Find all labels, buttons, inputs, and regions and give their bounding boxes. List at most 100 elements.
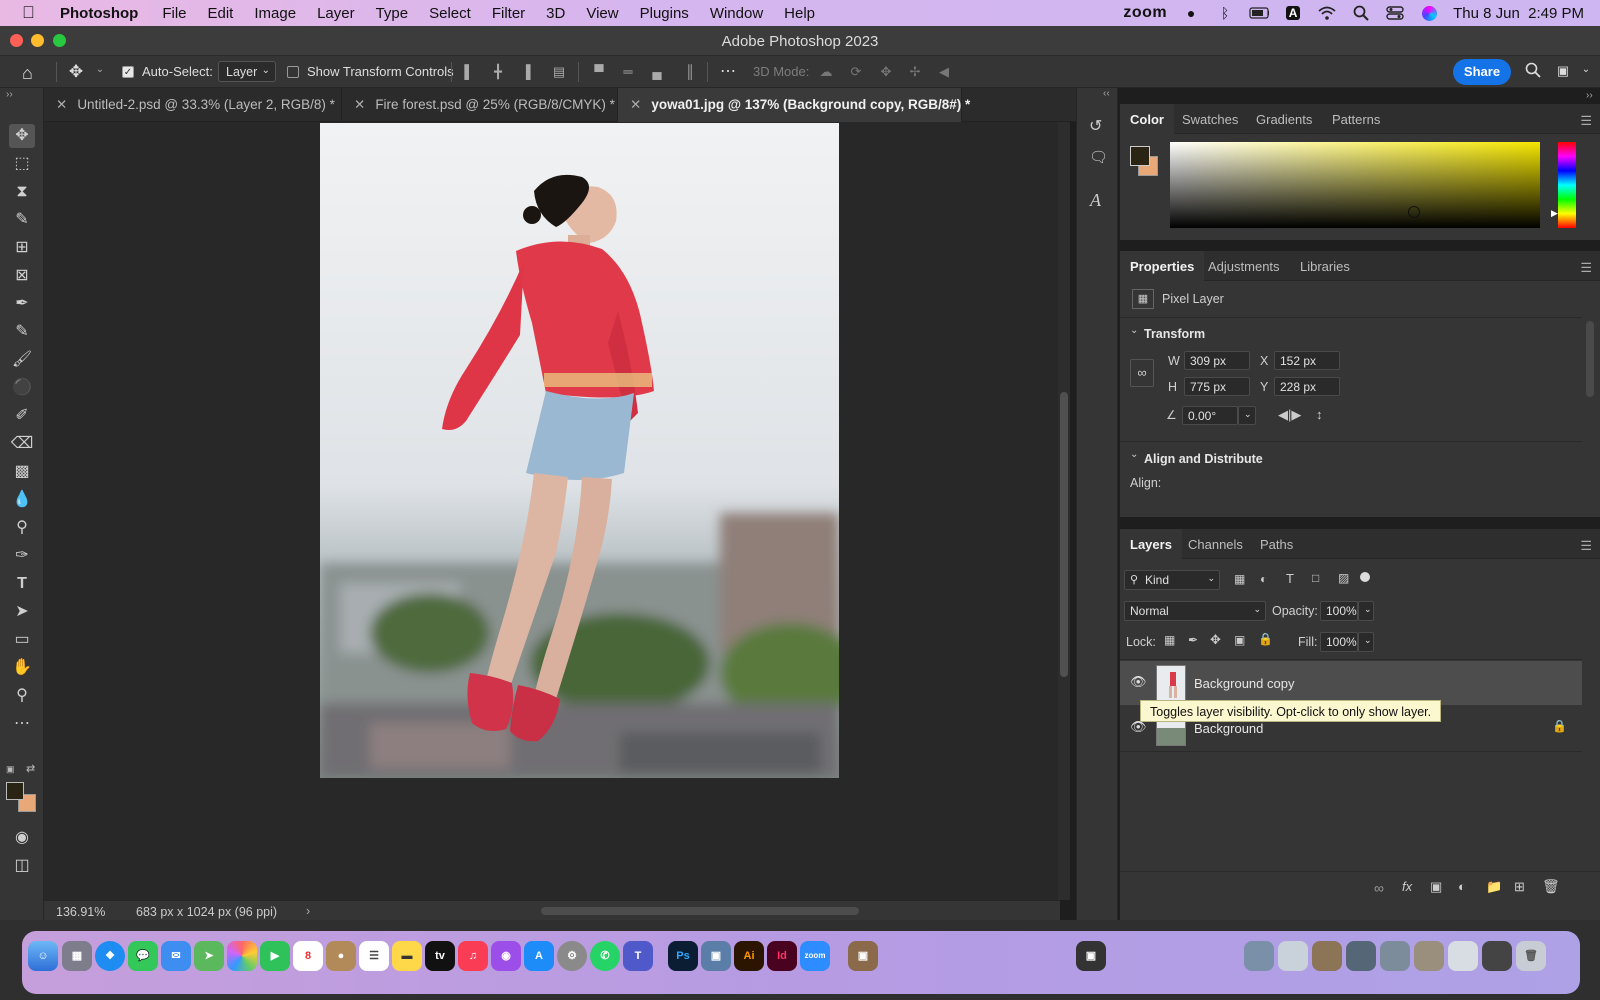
close-icon[interactable]: ✕ — [354, 97, 365, 112]
opacity-field[interactable]: 100% — [1320, 601, 1358, 621]
more-options-icon[interactable]: ⋯ — [720, 61, 736, 80]
new-group-icon[interactable]: 📁 — [1486, 879, 1502, 895]
eye-icon[interactable]: 👁 — [1130, 674, 1147, 690]
menu-view[interactable]: View — [586, 5, 618, 22]
filter-toggle-icon[interactable] — [1360, 572, 1370, 582]
lock-position-icon[interactable]: ✥ — [1210, 632, 1221, 648]
foreground-color-swatch[interactable] — [6, 782, 24, 800]
minimized-window-icon[interactable] — [1482, 941, 1512, 971]
marquee-tool-icon[interactable]: ⬚ — [9, 152, 35, 176]
minimized-window-icon[interactable] — [1448, 941, 1478, 971]
apple-icon[interactable]:  — [22, 4, 38, 21]
y-field[interactable]: 228 px — [1274, 377, 1340, 396]
auto-select-checkbox[interactable]: ✓ — [122, 66, 134, 78]
foreground-color-swatch[interactable] — [1130, 146, 1150, 166]
blur-tool-icon[interactable]: 💧 — [9, 488, 35, 512]
chevron-down-icon[interactable]: ⌄ — [1238, 406, 1256, 425]
teams-icon[interactable]: T — [623, 941, 653, 971]
layer-row-background-copy[interactable]: 👁 Background copy — [1120, 661, 1582, 705]
distribute-vertical-icon[interactable]: ║ — [682, 64, 698, 80]
orbit-3d-icon[interactable]: ☁ — [818, 64, 834, 80]
whatsapp-icon[interactable]: ✆ — [590, 941, 620, 971]
minimized-window-icon[interactable] — [1312, 941, 1342, 971]
screen-mode-icon[interactable]: ◫ — [9, 854, 35, 878]
add-mask-icon[interactable]: ▣ — [1430, 879, 1442, 895]
close-icon[interactable]: ✕ — [630, 97, 641, 112]
quick-mask-icon[interactable]: ◉ — [9, 826, 35, 850]
notes-icon[interactable]: ▬ — [392, 941, 422, 971]
auto-select-dropdown[interactable]: Layer ⌄ — [218, 61, 276, 82]
drag-3d-icon[interactable]: ✥ — [878, 64, 894, 80]
align-left-edges-icon[interactable]: ▌ — [461, 64, 477, 80]
collapse-icon[interactable]: ›› — [1586, 90, 1593, 101]
flip-horizontal-icon[interactable]: ◀|▶ — [1278, 407, 1301, 423]
layer-name[interactable]: Background copy — [1194, 676, 1294, 691]
layer-name[interactable]: Background — [1194, 721, 1263, 736]
calendar-icon[interactable]: 8 — [293, 941, 323, 971]
tab-swatches[interactable]: Swatches — [1172, 104, 1248, 134]
photos-icon[interactable] — [227, 941, 257, 971]
chevron-down-icon[interactable]: ⌄ — [1578, 64, 1594, 80]
zoom-app-icon[interactable]: zoom — [800, 941, 830, 971]
panel-menu-icon[interactable]: ☰ — [1580, 538, 1592, 554]
podcasts-icon[interactable]: ◉ — [491, 941, 521, 971]
menu-type[interactable]: Type — [376, 5, 409, 22]
dodge-tool-icon[interactable]: ⚲ — [9, 516, 35, 540]
rectangle-tool-icon[interactable]: ▭ — [9, 628, 35, 652]
show-transform-checkbox[interactable] — [287, 66, 299, 78]
filter-shape-icon[interactable]: □ — [1312, 571, 1319, 585]
scrollbar-thumb[interactable] — [1060, 392, 1068, 677]
zoom-level[interactable]: 136.91% — [56, 905, 105, 919]
align-top-edges-icon[interactable]: ▀ — [591, 64, 607, 80]
distribute-icon[interactable]: ▤ — [551, 64, 567, 80]
chevron-down-icon[interactable]: ⌄ — [1358, 632, 1374, 652]
lock-image-icon[interactable]: ✒ — [1188, 633, 1198, 647]
menu-3d[interactable]: 3D — [546, 5, 565, 22]
launchpad-icon[interactable]: ▦ — [62, 941, 92, 971]
trash-icon[interactable]: 🗑 — [1516, 941, 1546, 971]
tab-yowa01[interactable]: ✕ yowa01.jpg @ 137% (Background copy, RGB… — [618, 88, 970, 122]
mail-icon[interactable]: ✉ — [161, 941, 191, 971]
reminders-icon[interactable]: ☰ — [359, 941, 389, 971]
search-icon[interactable] — [1525, 62, 1541, 78]
menu-filter[interactable]: Filter — [492, 5, 525, 22]
comments-icon[interactable]: 🗨 — [1089, 148, 1108, 166]
height-field[interactable]: 775 px — [1184, 377, 1250, 396]
apple-tv-icon[interactable]: tv — [425, 941, 455, 971]
eyedropper-tool-icon[interactable]: ✒ — [9, 292, 35, 316]
creative-cloud-icon[interactable]: ● — [1181, 5, 1201, 21]
tab-color[interactable]: Color — [1120, 104, 1174, 134]
chevron-down-icon[interactable]: ⌄ — [1130, 325, 1138, 336]
siri-icon[interactable] — [1419, 5, 1439, 21]
minimized-window-icon[interactable] — [1346, 941, 1376, 971]
new-layer-icon[interactable]: ⊞ — [1514, 879, 1525, 895]
menu-file[interactable]: File — [162, 5, 186, 22]
photoshop-icon[interactable]: Ps — [668, 941, 698, 971]
contacts-icon[interactable]: ● — [326, 941, 356, 971]
document-image[interactable] — [320, 123, 839, 778]
finder-icon[interactable]: ☺ — [28, 941, 58, 971]
tab-properties[interactable]: Properties — [1120, 251, 1205, 281]
flip-vertical-icon[interactable]: ↕ — [1316, 407, 1323, 422]
battery-icon[interactable] — [1249, 5, 1270, 21]
quick-selection-tool-icon[interactable]: ✎ — [9, 208, 35, 232]
move-tool-icon[interactable]: ✥ — [68, 62, 84, 81]
filter-smart-object-icon[interactable]: ▨ — [1338, 571, 1349, 585]
tab-patterns[interactable]: Patterns — [1322, 104, 1390, 134]
menu-select[interactable]: Select — [429, 5, 471, 22]
control-center-icon[interactable] — [1385, 5, 1405, 21]
transform-section-title[interactable]: Transform — [1144, 327, 1205, 341]
menu-app-name[interactable]: Photoshop — [60, 5, 138, 22]
workspace-icon[interactable]: ▣ — [1555, 63, 1571, 79]
menubar-clock[interactable]: Thu 8 Jun 2:49 PM — [1453, 5, 1584, 22]
tab-layers[interactable]: Layers — [1120, 529, 1182, 559]
fx-icon[interactable]: fx — [1402, 879, 1412, 894]
panel-menu-icon[interactable]: ☰ — [1580, 113, 1592, 129]
menu-edit[interactable]: Edit — [208, 5, 234, 22]
frame-tool-icon[interactable]: ⊠ — [9, 264, 35, 288]
properties-scrollbar[interactable] — [1586, 321, 1594, 397]
folder-stack-icon[interactable]: ▣ — [848, 941, 878, 971]
lock-all-icon[interactable]: 🔒 — [1258, 632, 1273, 646]
link-layers-icon[interactable]: ∞ — [1374, 880, 1384, 896]
filter-adjustment-icon[interactable]: ◐ — [1260, 572, 1267, 586]
